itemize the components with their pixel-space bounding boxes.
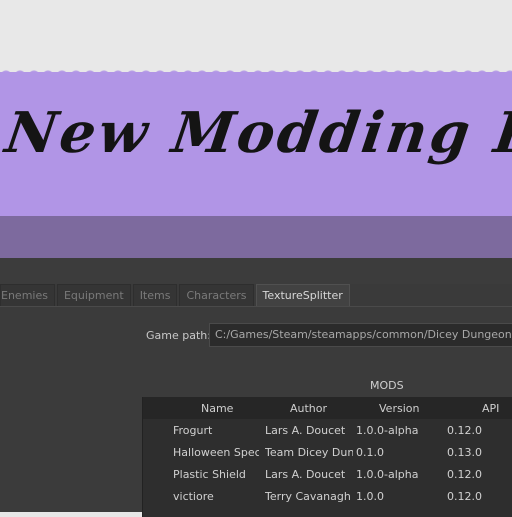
cell-version: 1.0.0-alpha: [356, 468, 419, 481]
cell-author: Lars A. Doucet: [265, 468, 346, 481]
modding-tool-window: Enemies Equipment Items Characters Textu…: [0, 258, 512, 517]
mods-table: Name Author Version API Frogurt Lars A. …: [142, 397, 512, 517]
banner-shadow-strip: [0, 216, 512, 258]
table-row[interactable]: Frogurt Lars A. Doucet 1.0.0-alpha 0.12.…: [143, 419, 512, 441]
cell-name: Halloween Speci: [173, 446, 259, 459]
table-row[interactable]: Halloween Speci Team Dicey Dun 0.1.0 0.1…: [143, 441, 512, 463]
cell-api: 0.12.0: [447, 490, 482, 503]
tab-content-panel: Game path: C:/Games/Steam/steamapps/comm…: [0, 307, 512, 517]
tab-texturesplitter[interactable]: TextureSplitter: [255, 284, 350, 306]
cell-name: Frogurt: [173, 424, 213, 437]
cell-api: 0.13.0: [447, 446, 482, 459]
table-row[interactable]: Plastic Shield Lars A. Doucet 1.0.0-alph…: [143, 463, 512, 485]
cell-name: victiore: [173, 490, 214, 503]
cell-author: Terry Cavanagh: [265, 490, 351, 503]
mods-table-header: Name Author Version API: [143, 397, 512, 419]
window-topbar: [0, 258, 512, 284]
cell-version: 1.0.0-alpha: [356, 424, 419, 437]
column-header-api[interactable]: API: [482, 402, 512, 415]
table-row[interactable]: victiore Terry Cavanagh 1.0.0 0.12.0: [143, 485, 512, 507]
column-header-version[interactable]: Version: [379, 402, 465, 415]
cell-author: Lars A. Doucet: [265, 424, 346, 437]
tab-items[interactable]: Items: [132, 284, 178, 306]
game-path-label: Game path:: [146, 329, 211, 342]
mods-title: MODS: [370, 379, 404, 392]
tab-enemies[interactable]: Enemies: [0, 284, 55, 306]
banner-title: New Modding F: [1, 100, 512, 166]
cell-api: 0.12.0: [447, 424, 482, 437]
cell-api: 0.12.0: [447, 468, 482, 481]
cell-version: 0.1.0: [356, 446, 384, 459]
column-header-name[interactable]: Name: [201, 402, 287, 415]
cell-version: 1.0.0: [356, 490, 384, 503]
cell-author: Team Dicey Dun: [265, 446, 353, 459]
tab-equipment[interactable]: Equipment: [56, 284, 131, 306]
cell-name: Plastic Shield: [173, 468, 246, 481]
tab-bar: Enemies Equipment Items Characters Textu…: [0, 284, 352, 306]
column-header-author[interactable]: Author: [290, 402, 378, 415]
tab-characters[interactable]: Characters: [179, 284, 254, 306]
top-background: [0, 0, 512, 74]
game-path-input[interactable]: C:/Games/Steam/steamapps/common/Dicey Du…: [209, 323, 512, 347]
